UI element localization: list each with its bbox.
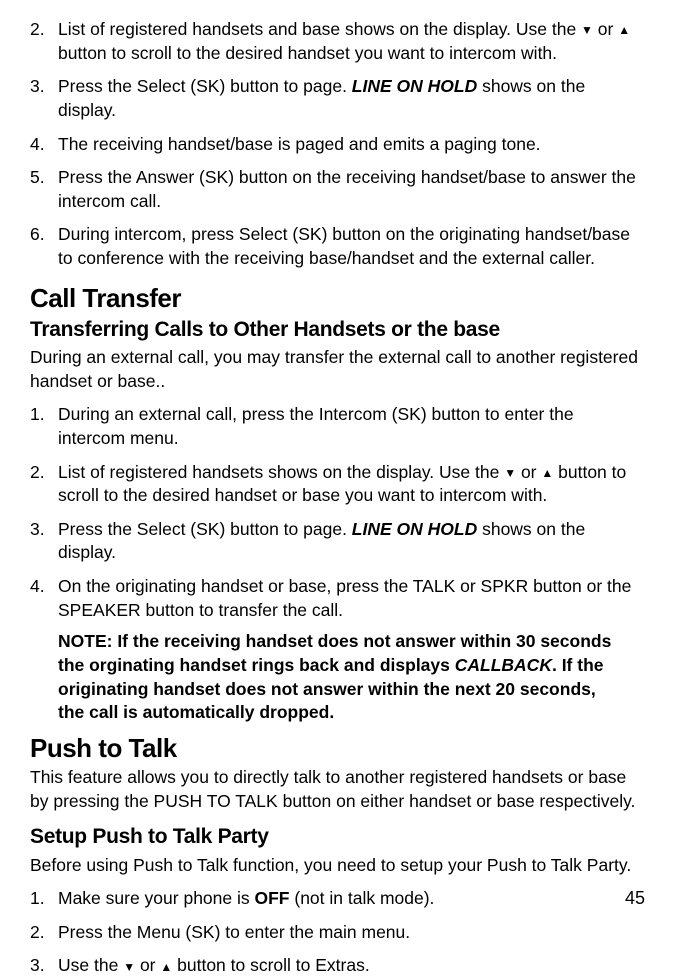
button-label: PUSH TO TALK [154,791,278,811]
mode-label: OFF [255,888,290,908]
down-arrow-icon: ▼ [581,24,593,36]
item-text: or [455,576,480,596]
list-item: 2. Press the Menu (SK) to enter the main… [30,921,645,945]
item-text: to enter the main menu. [220,922,410,942]
item-number: 3. [30,518,45,542]
item-text: Press the [58,519,137,539]
item-text: or [593,19,618,39]
up-arrow-icon: ▲ [541,467,553,479]
softkey-label: Answer (SK) [136,167,234,187]
item-text: On the originating handset or base, pres… [58,576,413,596]
call-transfer-heading: Call Transfer [30,281,645,316]
item-text: button to page. [225,76,352,96]
softkey-label: Select (SK) [239,224,328,244]
item-number: 3. [30,954,45,978]
down-arrow-icon: ▼ [123,961,135,973]
list-item: 2. List of registered handsets and base … [30,18,645,65]
item-number: 1. [30,403,45,427]
display-message: LINE ON HOLD [352,519,477,539]
list-item: 4. On the originating handset or base, p… [30,575,645,622]
transferring-calls-subheading: Transferring Calls to Other Handsets or … [30,316,645,344]
push-to-talk-intro: This feature allows you to directly talk… [30,766,645,813]
item-text: Press the [58,167,136,187]
item-number: 2. [30,921,45,945]
item-text: During an external call, press the [58,404,319,424]
list-item: 3. Press the Select (SK) button to page.… [30,75,645,122]
item-number: 3. [30,75,45,99]
item-number: 2. [30,461,45,485]
up-arrow-icon: ▲ [618,24,630,36]
item-text: List of registered handsets and base sho… [58,19,581,39]
item-number: 4. [30,133,45,157]
list-item: 3. Use the ▼ or ▲ button to scroll to Ex… [30,954,645,978]
item-number: 5. [30,166,45,190]
setup-push-to-talk-subheading: Setup Push to Talk Party [30,823,645,851]
item-text: button to transfer the call. [141,600,343,620]
softkey-label: Intercom (SK) [319,404,427,424]
item-text: or [135,955,160,975]
call-transfer-intro: During an external call, you may transfe… [30,346,645,393]
softkey-label: Select (SK) [137,519,226,539]
note-label: NOTE: [58,631,112,651]
item-number: 4. [30,575,45,599]
item-text: Press the [58,76,137,96]
item-number: 1. [30,887,45,911]
item-text: button to page. [225,519,352,539]
item-text: During intercom, press [58,224,239,244]
list-item: 2. List of registered handsets shows on … [30,461,645,508]
list-item: 6. During intercom, press Select (SK) bu… [30,223,645,270]
list-item: 5. Press the Answer (SK) button on the r… [30,166,645,213]
item-text: button or the [528,576,631,596]
down-arrow-icon: ▼ [504,467,516,479]
item-text: button to scroll to the desired handset … [58,43,557,63]
button-label: SPEAKER [58,600,141,620]
item-text: List of registered handsets shows on the… [58,462,504,482]
setup-intro: Before using Push to Talk function, you … [30,854,645,878]
softkey-label: Select (SK) [137,76,226,96]
callback-note: NOTE: If the receiving handset does not … [30,630,645,725]
list-item: 4. The receiving handset/base is paged a… [30,133,645,157]
page-number: 45 [625,886,645,910]
button-label: SPKR [481,576,529,596]
item-text: Use the [58,955,123,975]
push-to-talk-steps: 1. Make sure your phone is OFF (not in t… [30,887,645,978]
up-arrow-icon: ▲ [160,961,172,973]
push-to-talk-heading: Push to Talk [30,731,645,766]
softkey-label: Menu (SK) [137,922,221,942]
display-message: LINE ON HOLD [352,76,477,96]
item-number: 2. [30,18,45,42]
item-text: or [516,462,541,482]
intercom-steps-continued: 2. List of registered handsets and base … [30,18,645,271]
intro-text: button on either handset or base respect… [278,791,636,811]
item-text: The receiving handset/base is paged and … [58,134,541,154]
call-transfer-steps: 1. During an external call, press the In… [30,403,645,622]
item-number: 6. [30,223,45,247]
item-text: Make sure your phone is [58,888,255,908]
item-text: Press the [58,922,137,942]
list-item: 3. Press the Select (SK) button to page.… [30,518,645,565]
display-message: CALLBACK [455,655,552,675]
item-text: button to scroll to Extras. [172,955,369,975]
button-label: TALK [413,576,455,596]
item-text: (not in talk mode). [290,888,435,908]
list-item: 1. During an external call, press the In… [30,403,645,450]
list-item: 1. Make sure your phone is OFF (not in t… [30,887,645,911]
